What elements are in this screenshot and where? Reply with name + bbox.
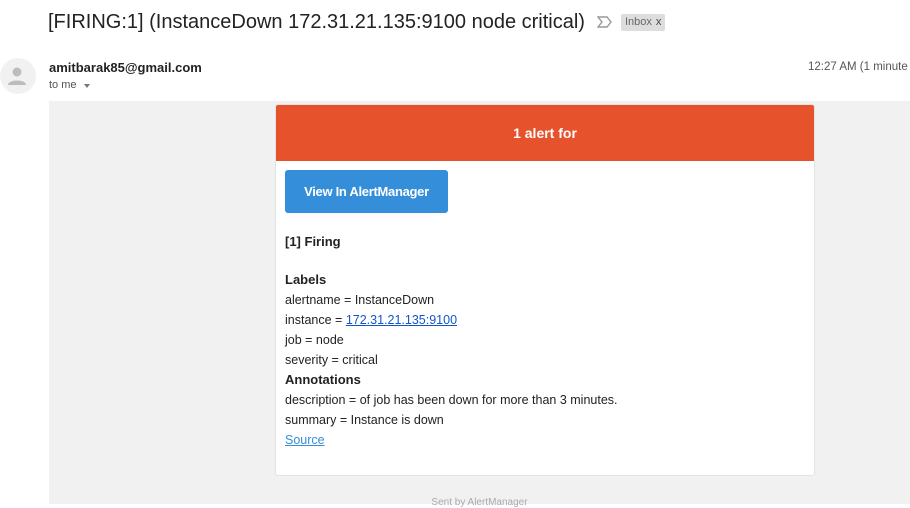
alert-header: 1 alert for [276, 105, 814, 161]
subject-row: [FIRING:1] (InstanceDown 172.31.21.135:9… [48, 8, 666, 36]
annotation-description: description = of job has been down for m… [285, 393, 618, 407]
sender-avatar [0, 58, 36, 94]
email-timestamp: 12:27 AM (1 minute [808, 61, 908, 73]
person-icon [8, 67, 26, 85]
inbox-label-text: Inbox [624, 16, 652, 28]
recipient-line: to me [49, 79, 77, 91]
inbox-label-chip[interactable]: Inbox x [620, 13, 666, 31]
annotation-summary: summary = Instance is down [285, 413, 444, 427]
label-instance: instance = 172.31.21.135:9100 [285, 310, 618, 330]
alert-header-text: 1 alert for [513, 125, 577, 141]
remove-label-button[interactable]: x [656, 16, 662, 28]
label-job: job = node [285, 333, 344, 347]
email-subject: [FIRING:1] (InstanceDown 172.31.21.135:9… [48, 10, 585, 33]
chevron-down-icon [83, 83, 90, 88]
recipient-details-toggle[interactable]: to me [49, 79, 90, 91]
annotations-title: Annotations [285, 372, 361, 387]
label-alertname: alertname = InstanceDown [285, 293, 435, 307]
firing-title: [1] Firing [285, 234, 341, 249]
view-in-alertmanager-button[interactable]: View In AlertManager [285, 170, 448, 213]
instance-link[interactable]: 172.31.21.135:9100 [346, 313, 457, 327]
source-link[interactable]: Source [285, 433, 325, 447]
alert-details: [1] Firing Labels alertname = InstanceDo… [285, 232, 618, 450]
label-severity: severity = critical [285, 353, 378, 367]
alertmanager-footer: Sent by AlertManager [431, 497, 528, 508]
label-instance-prefix: instance = [285, 313, 346, 327]
important-marker-icon[interactable] [596, 15, 613, 29]
alert-card: 1 alert for View In AlertManager [1] Fir… [275, 104, 815, 476]
labels-title: Labels [285, 272, 327, 287]
email-body: 1 alert for View In AlertManager [1] Fir… [49, 101, 910, 508]
sender-email[interactable]: amitbarak85@gmail.com [49, 60, 202, 75]
